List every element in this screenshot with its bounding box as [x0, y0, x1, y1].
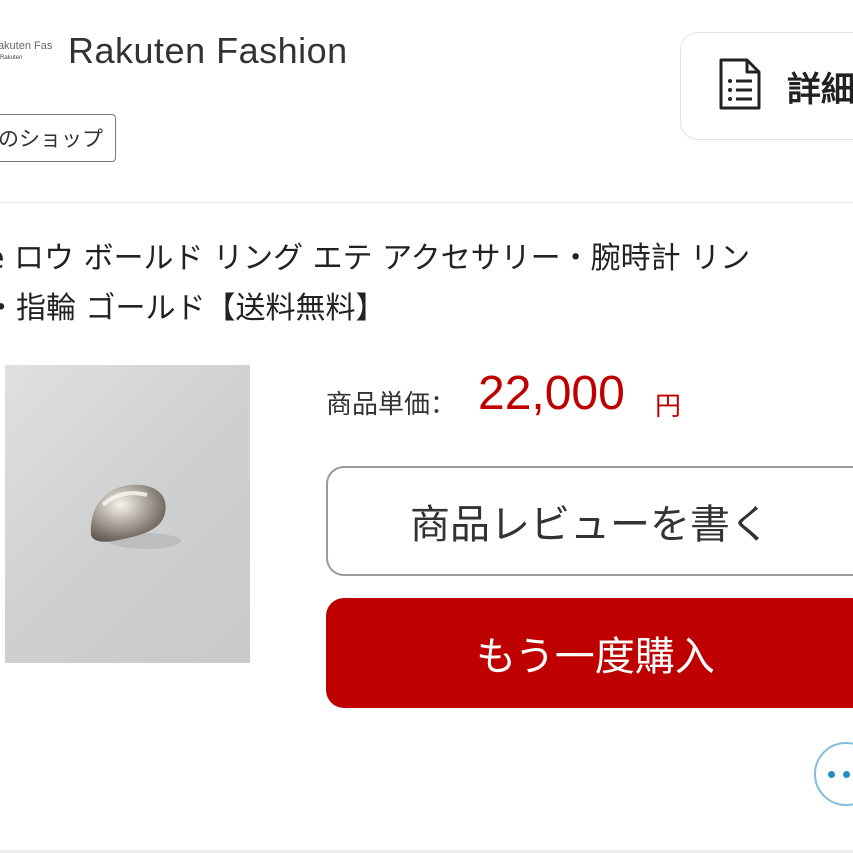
details-button-label: 詳細: [787, 69, 853, 110]
more-options-button[interactable]: [814, 742, 853, 806]
price-value: 22,000: [478, 367, 625, 420]
product-title-line-1: e ロウ ボールド リング エテ アクセサリー・腕時計 リン: [0, 241, 751, 276]
section-divider: [0, 202, 853, 203]
shop-link-button[interactable]: のショップ: [0, 114, 116, 162]
write-review-label: 商品レビューを書く: [410, 502, 770, 548]
product-title[interactable]: e ロウ ボールド リング エテ アクセサリー・腕時計 リン ・指輪 ゴールド【…: [0, 234, 836, 334]
shop-name[interactable]: Rakuten Fashion: [68, 30, 348, 72]
price-label: 商品単価：: [326, 390, 457, 420]
buy-again-label: もう一度購入: [476, 634, 715, 680]
document-icon: [715, 57, 763, 115]
price-unit: 円: [655, 392, 682, 422]
more-dots-icon: [828, 770, 835, 778]
buy-again-button[interactable]: もう一度購入: [326, 598, 853, 708]
write-review-button[interactable]: 商品レビューを書く: [326, 466, 853, 576]
product-title-line-2: ・指輪 ゴールド【送料無料】: [0, 291, 386, 326]
shop-logo-text: Rakuten Fashion: [0, 39, 52, 52]
shop-logo[interactable]: Rakuten Fashion Rakuten: [0, 30, 52, 70]
more-dots-icon: [843, 770, 850, 778]
shop-link-label: のショップ: [0, 127, 103, 151]
product-image[interactable]: [5, 365, 250, 663]
shop-logo-subtext: Rakuten: [0, 54, 23, 61]
details-button[interactable]: 詳細: [680, 32, 853, 140]
